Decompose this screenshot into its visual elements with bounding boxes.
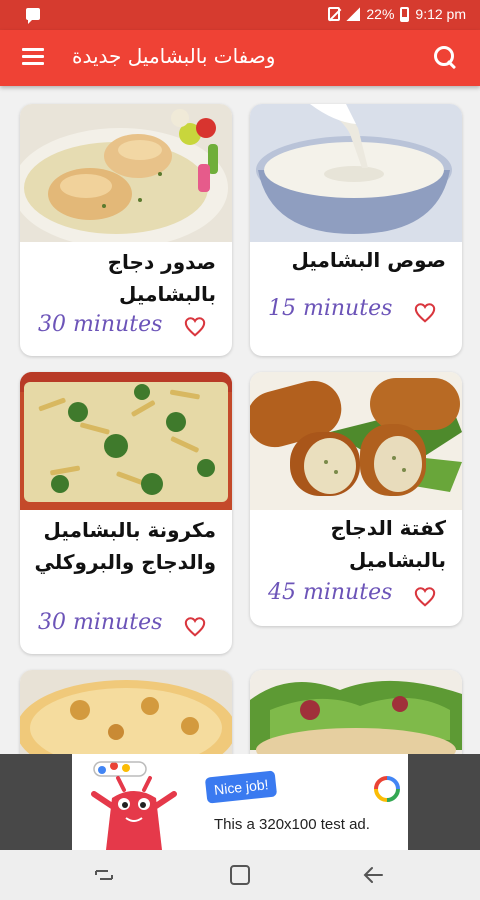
favorite-heart-icon[interactable] xyxy=(414,302,436,324)
recipe-time: 45 minutes xyxy=(268,580,393,605)
recipe-image xyxy=(250,104,462,242)
battery-icon xyxy=(400,6,410,22)
signal-icon xyxy=(346,7,361,21)
ad-mascot-image xyxy=(91,761,177,850)
recipe-card[interactable]: صوص البشاميل 15 minutes xyxy=(250,104,462,356)
app-bar: وصفات بالبشاميل جديدة xyxy=(0,30,480,86)
clock: 9:12 pm xyxy=(415,6,466,22)
recipe-image xyxy=(20,372,232,510)
favorite-heart-icon[interactable] xyxy=(184,316,206,338)
recipe-grid: صدور دجاج بالبشاميل 30 minutes صوص البشا… xyxy=(0,86,480,754)
recipe-image xyxy=(20,104,232,242)
recipe-title: كفتة الدجاج بالبشاميل xyxy=(330,516,446,572)
recipe-card[interactable]: صدور دجاج بالبشاميل 30 minutes xyxy=(20,104,232,356)
recipe-time: 30 minutes xyxy=(38,312,163,337)
ad-banner[interactable]: Nice job! This a 320x100 test ad. xyxy=(72,754,408,850)
recent-apps-icon[interactable] xyxy=(92,864,116,886)
recipe-time: 30 minutes xyxy=(38,610,163,635)
recipe-card[interactable] xyxy=(20,670,232,754)
message-notification-icon xyxy=(26,8,40,24)
favorite-heart-icon[interactable] xyxy=(184,616,206,638)
back-icon[interactable] xyxy=(362,864,386,886)
battery-percent: 22% xyxy=(366,6,395,22)
recipe-image xyxy=(250,670,462,754)
hamburger-menu-icon[interactable] xyxy=(22,48,44,66)
ad-badge: Nice job! xyxy=(204,770,278,804)
ad-text: This a 320x100 test ad. xyxy=(214,816,370,833)
system-navigation-bar xyxy=(0,850,480,900)
recipe-card[interactable]: مكرونة بالبشاميل والدجاج والبروكلي 30 mi… xyxy=(20,372,232,654)
ad-banner-container: Nice job! This a 320x100 test ad. xyxy=(0,754,480,850)
mute-icon xyxy=(328,7,341,21)
recipe-card[interactable]: كفتة الدجاج بالبشاميل 45 minutes xyxy=(250,372,462,626)
page-title: وصفات بالبشاميل جديدة xyxy=(72,44,276,68)
recipe-title: صوص البشاميل xyxy=(291,248,446,272)
favorite-heart-icon[interactable] xyxy=(414,586,436,608)
recipe-card[interactable] xyxy=(250,670,462,754)
home-icon[interactable] xyxy=(228,864,252,886)
recipe-title: صدور دجاج بالبشاميل xyxy=(107,250,216,306)
recipe-time: 15 minutes xyxy=(268,296,393,321)
recipe-image xyxy=(250,372,462,510)
ad-logo-icon xyxy=(374,776,400,802)
search-icon[interactable] xyxy=(432,44,458,70)
status-bar: 22% 9:12 pm xyxy=(0,0,480,30)
recipe-image xyxy=(20,670,232,754)
recipe-title: مكرونة بالبشاميل والدجاج والبروكلي xyxy=(34,518,216,574)
